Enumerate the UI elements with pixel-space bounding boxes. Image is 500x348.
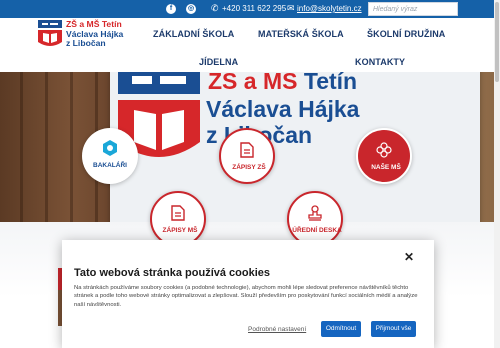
bakalari-icon [103, 140, 117, 156]
banner-title-line-2: Václava Hájka [206, 96, 360, 122]
top-bar: f ◎ ✆ +420 311 622 295 ✉ info@skolytetin… [0, 0, 500, 18]
cookie-title: Tato webová stránka používá cookies [74, 267, 271, 279]
nav-materska-skola[interactable]: MATEŘSKÁ ŠKOLA [258, 29, 344, 39]
reject-button[interactable]: Odmítnout [321, 321, 361, 337]
scrollbar-thumb[interactable] [495, 2, 499, 82]
phone-icon: ✆ [211, 4, 219, 14]
flower-icon [376, 142, 392, 158]
quicklink-uredni-deska[interactable]: ÚŘEDNÍ DESKA [287, 191, 343, 247]
nav-kontakty[interactable]: KONTAKTY [355, 57, 405, 67]
stamp-icon [308, 205, 322, 221]
quicklink-zapisy-ms[interactable]: ZÁPISY MŠ [150, 191, 206, 247]
document-icon [171, 205, 185, 221]
mail-icon: ✉ [287, 4, 295, 14]
quicklink-label: ZÁPISY MŠ [162, 227, 198, 234]
logo-text[interactable]: ZŠ a MŠ Tetín Václava Hájka z Libočan [66, 19, 123, 49]
quicklink-label: BAKALÁŘI [93, 162, 127, 169]
cookie-consent-dialog: ✕ Tato webová stránka používá cookies Na… [62, 240, 434, 348]
scrollbar[interactable] [494, 0, 500, 348]
email-link[interactable]: info@skolytetin.cz [297, 4, 362, 14]
cookie-settings-link[interactable]: Podrobné nastavení [248, 326, 306, 333]
logo-line-1: ZŠ a MŠ Tetín [66, 19, 122, 29]
document-icon [240, 142, 254, 158]
facebook-icon[interactable]: f [166, 4, 176, 14]
phone-number[interactable]: +420 311 622 295 [222, 4, 286, 14]
site-header: ZŠ a MŠ Tetín Václava Hájka z Libočan ZÁ… [0, 18, 500, 72]
quicklink-label: ZÁPISY ZŠ [232, 164, 266, 171]
nav-skolni-druzina[interactable]: ŠKOLNÍ DRUŽINA [367, 29, 445, 39]
quicklink-label: NAŠE MŠ [371, 164, 401, 171]
quicklink-bakalari[interactable]: BAKALÁŘI [82, 128, 138, 184]
banner-title-line-1: ZŠ a MŠ Tetín [208, 72, 358, 94]
accept-all-button[interactable]: Přijmout vše [371, 321, 416, 337]
page: f ◎ ✆ +420 311 622 295 ✉ info@skolytetin… [0, 0, 500, 348]
quicklink-nase-ms[interactable]: NAŠE MŠ [356, 128, 412, 184]
close-icon[interactable]: ✕ [404, 250, 414, 264]
quicklink-label: ÚŘEDNÍ DESKA [292, 227, 342, 234]
nav-zakladni-skola[interactable]: ZÁKLADNÍ ŠKOLA [153, 29, 234, 39]
cookie-description: Na stránkách používáme soubory cookies (… [74, 285, 418, 308]
logo-line-3: z Libočan [66, 38, 106, 48]
instagram-icon[interactable]: ◎ [186, 4, 196, 14]
school-logo[interactable] [38, 20, 62, 50]
search-input[interactable]: Hledaný výraz [368, 2, 458, 16]
nav-jidelna[interactable]: JÍDELNA [199, 57, 238, 67]
quicklink-zapisy-zs[interactable]: ZÁPISY ZŠ [219, 128, 275, 184]
